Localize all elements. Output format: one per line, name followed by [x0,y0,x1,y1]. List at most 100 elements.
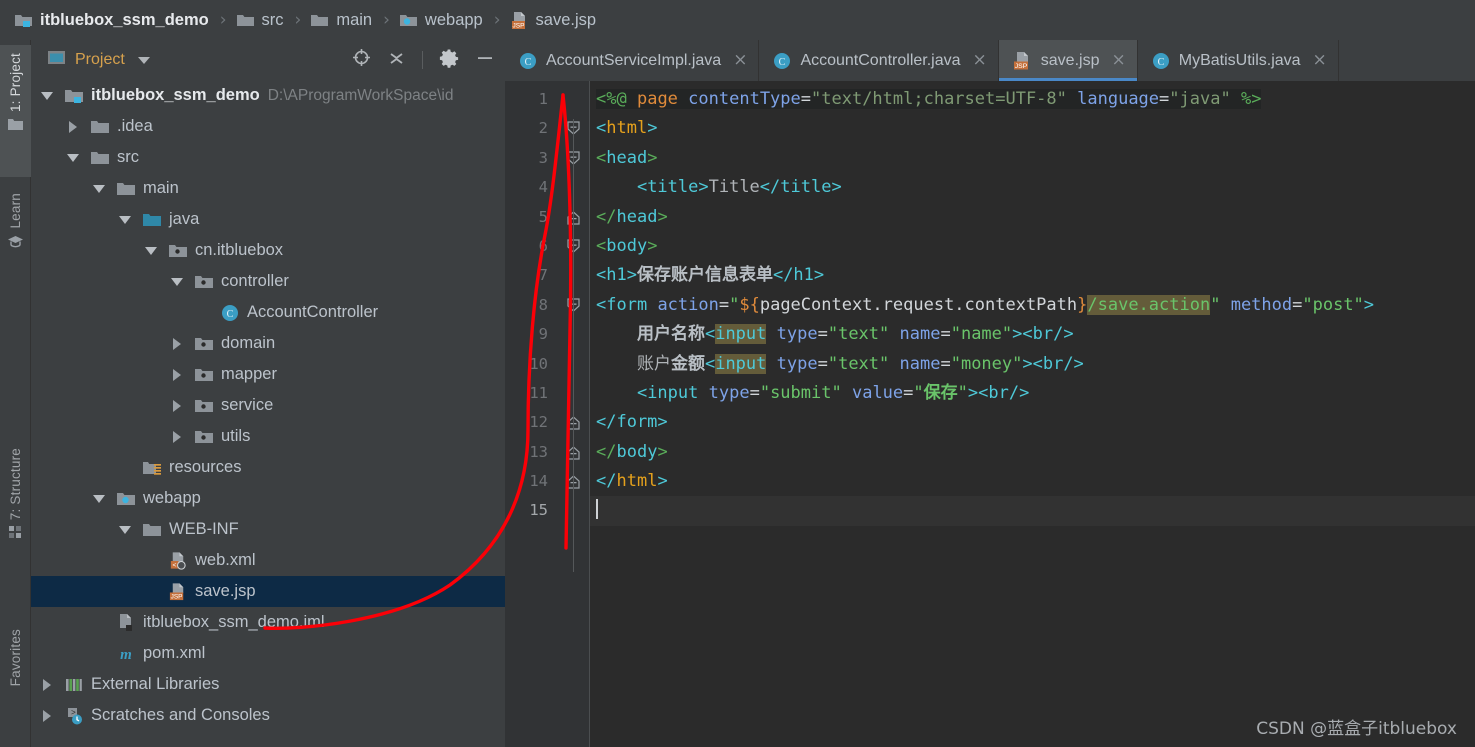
expand-arrow-icon[interactable] [169,429,185,445]
close-icon[interactable]: × [733,52,747,69]
web-folder-icon [399,14,417,26]
tree-node-cn-itbluebox[interactable]: cn.itbluebox [31,235,505,266]
editor-tab-accountcontroller-java[interactable]: C AccountController.java × [759,40,999,81]
breadcrumb: itbluebox_ssm_demo › src › main › webapp… [0,0,1475,40]
breadcrumb-item-savejsp[interactable]: JSP save.jsp [510,11,596,30]
twisty-placeholder [143,553,159,569]
tree-node-resources[interactable]: resources [31,452,505,483]
locate-in-tree-icon[interactable] [352,48,371,72]
breadcrumb-item-src[interactable]: src [236,11,284,30]
code-line-8[interactable]: <form action="${pageContext.request.cont… [590,291,1475,320]
expand-arrow-icon[interactable] [169,398,185,414]
collapse-arrow-icon[interactable] [91,491,107,507]
project-tree[interactable]: itbluebox_ssm_demo D:\AProgramWorkSpace\i… [31,80,505,747]
breadcrumb-item-main[interactable]: main [310,11,372,30]
code-line-15[interactable] [590,496,1475,526]
project-folder-icon [7,117,24,137]
code-line-7[interactable]: <h1>保存账户信息表单</h1> [590,261,1475,290]
tree-node-utils[interactable]: utils [31,421,505,452]
tree-node-main[interactable]: main [31,173,505,204]
tree-node-java[interactable]: java [31,204,505,235]
breadcrumb-item-webapp[interactable]: webapp [399,11,483,30]
tree-node-itbluebox-ssm-demo[interactable]: itbluebox_ssm_demo D:\AProgramWorkSpace\i… [31,80,505,111]
sidebar-item-project[interactable]: 1: Project [0,45,31,177]
collapse-arrow-icon[interactable] [91,181,107,197]
fold-guide-line [573,119,574,572]
package-icon [194,397,214,415]
tree-node-pom-xml[interactable]: m pom.xml [31,638,505,669]
expand-arrow-icon[interactable] [169,336,185,352]
tree-node-controller[interactable]: controller [31,266,505,297]
code-content[interactable]: <%@ page contentType="text/html;charset=… [590,81,1475,747]
code-line-13[interactable]: </body> [590,438,1475,467]
tree-node-label: pom.xml [143,644,206,662]
code-folding-gutter[interactable] [557,81,590,747]
collapse-arrow-icon[interactable] [117,522,133,538]
code-line-14[interactable]: </html> [590,467,1475,496]
tree-node-service[interactable]: service [31,390,505,421]
code-editor[interactable]: 1 2 3 4 5 6 7 8 9 10 11 12 13 14 15 <%@ page contentTy… [505,81,1475,747]
scratches-icon: > [64,707,84,725]
collapse-arrow-icon[interactable] [117,212,133,228]
code-line-11[interactable]: <input type="submit" value="保存"><br/> [590,379,1475,408]
tree-node-itbluebox-ssm-demo-iml[interactable]: itbluebox_ssm_demo.iml [31,607,505,638]
line-number: 3 [538,148,548,167]
twisty-placeholder [91,615,107,631]
sidebar-item-learn[interactable]: Learn [0,185,31,290]
close-icon[interactable]: × [973,52,987,69]
breadcrumb-item-project[interactable]: itbluebox_ssm_demo [14,11,209,30]
code-line-12[interactable]: </form> [590,408,1475,437]
editor-tab-accountserviceimpl-java[interactable]: C AccountServiceImpl.java × [505,40,760,81]
line-number: 4 [538,178,548,197]
rail-label: 1: Project [8,53,23,113]
expand-arrow-icon[interactable] [65,119,81,135]
expand-arrow-icon[interactable] [169,367,185,383]
tree-node-label: itbluebox_ssm_demo.iml [143,613,325,631]
collapse-arrow-icon[interactable] [169,274,185,290]
editor-tab-mybatisutils-java[interactable]: C MyBatisUtils.java × [1138,40,1339,81]
collapse-arrow-icon[interactable] [143,243,159,259]
code-line-10[interactable]: 账户金额<input type="text" name="money"><br/… [590,350,1475,379]
tree-node-mapper[interactable]: mapper [31,359,505,390]
tree-node-path: D:\AProgramWorkSpace\id [267,86,454,104]
idea-window: itbluebox_ssm_demo › src › main › webapp… [0,0,1475,747]
rail-label: 7: Structure [8,448,23,521]
close-icon[interactable]: × [1313,52,1327,69]
minimize-icon[interactable] [475,48,495,73]
tree-node-src[interactable]: src [31,142,505,173]
code-line-5[interactable]: </head> [590,203,1475,232]
tree-node-save-jsp[interactable]: JSP save.jsp [31,576,505,607]
tree-node-domain[interactable]: domain [31,328,505,359]
editor-tab-save-jsp[interactable]: JSP save.jsp × [998,40,1138,81]
expand-arrow-icon[interactable] [39,708,55,724]
sidebar-item-structure[interactable]: 7: Structure [0,440,31,590]
collapse-arrow-icon[interactable] [65,150,81,166]
tree-node-accountcontroller[interactable]: C AccountController [31,297,505,328]
line-number: 1 [538,90,548,108]
code-line-1[interactable]: <%@ page contentType="text/html;charset=… [590,85,1475,114]
chevron-down-icon[interactable] [137,56,150,64]
sidebar-item-favorites[interactable]: Favorites [0,625,31,735]
tree-node--idea[interactable]: .idea [31,111,505,142]
close-icon[interactable]: × [1111,52,1125,69]
collapse-all-icon[interactable] [387,48,406,72]
code-line-6[interactable]: <body> [590,232,1475,261]
tree-node-external-libraries[interactable]: External Libraries [31,669,505,700]
java-class-icon: C [1151,51,1171,71]
gear-icon[interactable] [439,48,459,73]
tree-node-web-xml[interactable]: < web.xml [31,545,505,576]
tree-node-webapp[interactable]: webapp [31,483,505,514]
collapse-arrow-icon[interactable] [39,88,55,104]
code-line-2[interactable]: <html> [590,114,1475,143]
tree-node-scratches-and-consoles[interactable]: > Scratches and Consoles [31,700,505,731]
tree-node-label: service [221,396,274,414]
graduation-cap-icon [7,234,24,254]
tree-node-label: Scratches and Consoles [91,706,270,724]
line-number: 2 [538,119,548,138]
expand-arrow-icon[interactable] [39,677,55,693]
code-line-4[interactable]: <title>Title</title> [590,173,1475,202]
code-line-9[interactable]: 用户名称<input type="text" name="name"><br/> [590,320,1475,349]
code-line-3[interactable]: <head> [590,144,1475,173]
package-icon [194,428,214,446]
tree-node-web-inf[interactable]: WEB-INF [31,514,505,545]
